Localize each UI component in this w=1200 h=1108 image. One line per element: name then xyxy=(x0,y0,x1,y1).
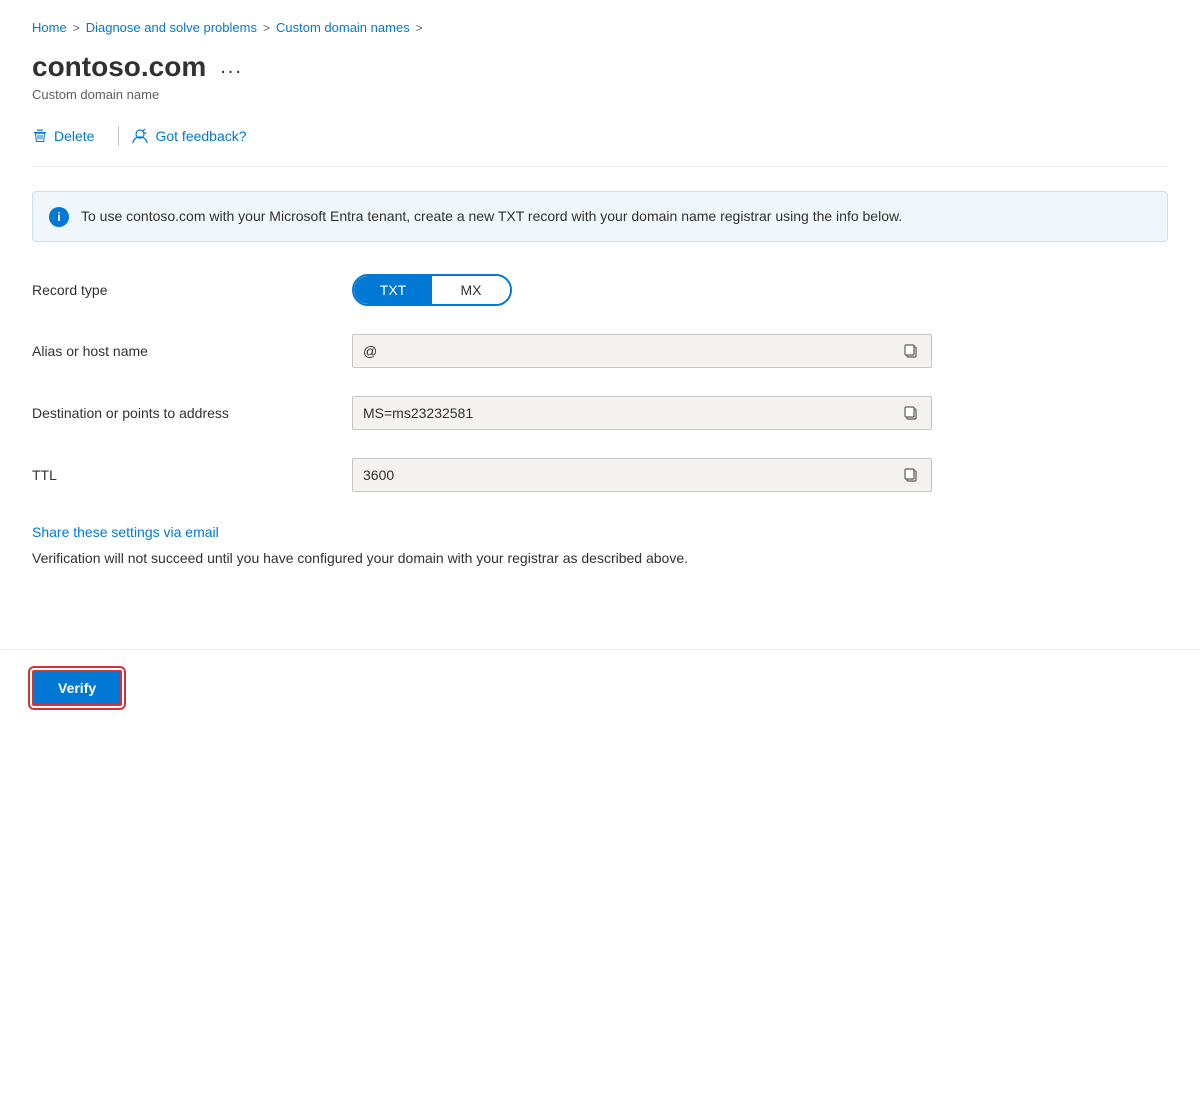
feedback-icon xyxy=(131,128,149,144)
verification-note: Verification will not succeed until you … xyxy=(32,548,1168,569)
toggle-mx[interactable]: MX xyxy=(432,276,510,304)
bottom-bar: Verify xyxy=(0,649,1200,726)
destination-control xyxy=(352,396,932,430)
record-type-toggle[interactable]: TXT MX xyxy=(352,274,512,306)
info-banner-text: To use contoso.com with your Microsoft E… xyxy=(81,206,902,227)
destination-row: Destination or points to address xyxy=(32,396,1168,430)
breadcrumb-custom-domains[interactable]: Custom domain names xyxy=(276,20,410,35)
alias-row: Alias or host name xyxy=(32,334,1168,368)
ttl-input-wrapper xyxy=(352,458,932,492)
breadcrumb-diagnose[interactable]: Diagnose and solve problems xyxy=(86,20,257,35)
destination-copy-button[interactable] xyxy=(901,403,921,423)
toggle-txt[interactable]: TXT xyxy=(354,276,432,304)
form-area: Record type TXT MX Alias or host name xyxy=(32,274,1168,492)
verify-button[interactable]: Verify xyxy=(32,670,122,706)
trash-icon xyxy=(32,128,48,144)
alias-input[interactable] xyxy=(363,343,893,359)
copy-icon-2 xyxy=(903,405,919,421)
page-subtitle: Custom domain name xyxy=(32,87,1168,102)
delete-button[interactable]: Delete xyxy=(32,122,106,150)
breadcrumb: Home > Diagnose and solve problems > Cus… xyxy=(32,20,1168,35)
destination-input[interactable] xyxy=(363,405,893,421)
ttl-label: TTL xyxy=(32,467,352,483)
breadcrumb-sep-1: > xyxy=(73,21,80,35)
destination-label: Destination or points to address xyxy=(32,405,352,421)
title-area: contoso.com ... xyxy=(32,51,1168,83)
ttl-row: TTL xyxy=(32,458,1168,492)
copy-icon xyxy=(903,343,919,359)
toolbar-separator xyxy=(118,126,119,146)
alias-copy-button[interactable] xyxy=(901,341,921,361)
alias-label: Alias or host name xyxy=(32,343,352,359)
toolbar: Delete Got feedback? xyxy=(32,122,1168,167)
feedback-label: Got feedback? xyxy=(155,128,246,144)
delete-label: Delete xyxy=(54,128,94,144)
ttl-copy-button[interactable] xyxy=(901,465,921,485)
record-type-control: TXT MX xyxy=(352,274,932,306)
alias-input-wrapper xyxy=(352,334,932,368)
feedback-button[interactable]: Got feedback? xyxy=(131,122,258,150)
ellipsis-button[interactable]: ... xyxy=(216,52,247,83)
breadcrumb-home[interactable]: Home xyxy=(32,20,67,35)
share-email-link[interactable]: Share these settings via email xyxy=(32,524,1168,540)
destination-input-wrapper xyxy=(352,396,932,430)
info-banner: i To use contoso.com with your Microsoft… xyxy=(32,191,1168,242)
breadcrumb-sep-2: > xyxy=(263,21,270,35)
page-title: contoso.com xyxy=(32,51,206,83)
record-type-label: Record type xyxy=(32,282,352,298)
info-icon: i xyxy=(49,207,69,227)
breadcrumb-sep-3: > xyxy=(416,21,423,35)
alias-control xyxy=(352,334,932,368)
ttl-input[interactable] xyxy=(363,467,893,483)
ttl-control xyxy=(352,458,932,492)
record-type-row: Record type TXT MX xyxy=(32,274,1168,306)
share-section: Share these settings via email Verificat… xyxy=(32,524,1168,569)
copy-icon-3 xyxy=(903,467,919,483)
